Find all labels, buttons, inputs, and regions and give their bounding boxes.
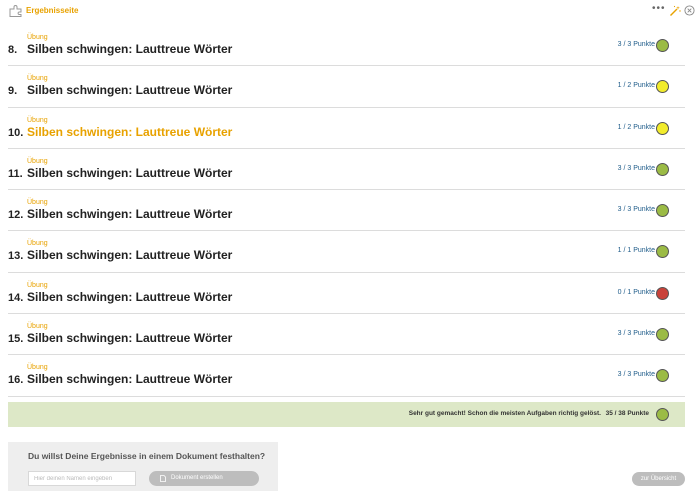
exercise-number: 14.	[8, 291, 24, 304]
exercise-number: 12.	[8, 209, 24, 222]
exercise-title[interactable]: Silben schwingen: Lauttreue Wörter	[27, 207, 232, 221]
close-icon[interactable]	[684, 5, 695, 16]
exercise-row[interactable]: Übung 10. Silben schwingen: Lauttreue Wört…	[8, 108, 685, 149]
exercise-row[interactable]: Übung 8. Silben schwingen: Lauttreue Wörte…	[8, 25, 685, 67]
exercise-type-label: Übung	[27, 240, 48, 248]
exercise-score: 3 / 3 Punkte	[617, 164, 655, 172]
exercise-row[interactable]: Übung 14. Silben schwingen: Lauttreue Wört…	[8, 273, 685, 315]
document-panel: Du willst Deine Ergebnisse in einem Doku…	[8, 442, 278, 491]
exercise-row[interactable]: Übung 9. Silben schwingen: Lauttreue Wörte…	[8, 66, 685, 108]
exercise-type-label: Übung	[27, 116, 48, 124]
exercise-type-label: Übung	[27, 75, 48, 83]
exercise-type-label: Übung	[27, 199, 48, 207]
exercise-title[interactable]: Silben schwingen: Lauttreue Wörter	[27, 83, 232, 97]
exercise-type-label: Übung	[27, 157, 48, 165]
exercise-title[interactable]: Silben schwingen: Lauttreue Wörter	[27, 42, 232, 56]
exercise-row[interactable]: Übung 11. Silben schwingen: Lauttreue Wört…	[8, 149, 685, 191]
exercise-title[interactable]: Silben schwingen: Lauttreue Wörter	[27, 248, 232, 262]
exercise-score: 3 / 3 Punkte	[617, 371, 655, 379]
status-dot	[656, 369, 669, 383]
exercise-title[interactable]: Silben schwingen: Lauttreue Wörter	[27, 372, 232, 386]
exercise-score: 3 / 3 Punkte	[617, 330, 655, 338]
exercise-score: 1 / 2 Punkte	[617, 82, 655, 90]
exercise-score: 1 / 1 Punkte	[617, 247, 655, 255]
more-icon[interactable]: •••	[652, 4, 666, 14]
exercise-number: 11.	[8, 167, 23, 180]
status-dot	[656, 245, 669, 259]
exercise-list: Übung 8. Silben schwingen: Lauttreue Wörte…	[8, 25, 685, 397]
exercise-number: 13.	[8, 250, 24, 263]
exercise-type-label: Übung	[27, 364, 48, 372]
summary-message: Sehr gut gemacht! Schon die meisten Aufg…	[408, 410, 601, 417]
document-question: Du willst Deine Ergebnisse in einem Doku…	[28, 451, 266, 461]
exercise-row[interactable]: Übung 15. Silben schwingen: Lauttreue Wört…	[8, 314, 685, 356]
status-dot	[656, 162, 669, 176]
status-dot	[656, 121, 669, 135]
exercise-score: 3 / 3 Punkte	[617, 206, 655, 214]
page-title: Ergebnisseite	[26, 6, 79, 15]
exercise-title[interactable]: Silben schwingen: Lauttreue Wörter	[27, 166, 232, 180]
summary-bar: Sehr gut gemacht! Schon die meisten Aufg…	[8, 402, 685, 427]
exercise-type-label: Übung	[27, 281, 48, 289]
exercise-number: 8.	[8, 44, 18, 56]
exercise-title[interactable]: Silben schwingen: Lauttreue Wörter	[27, 290, 232, 304]
exercise-number: 10.	[8, 126, 24, 139]
status-dot	[656, 286, 669, 300]
exercise-title[interactable]: Silben schwingen: Lauttreue Wörter	[27, 331, 232, 345]
summary-status-dot	[656, 408, 669, 421]
status-dot	[656, 328, 669, 342]
exercise-type-label: Übung	[27, 323, 48, 331]
exercise-score: 0 / 1 Punkte	[617, 288, 655, 296]
exercise-row[interactable]: Übung 16. Silben schwingen: Lauttreue Wört…	[8, 355, 685, 397]
create-document-button[interactable]: Dokument erstellen	[149, 471, 259, 486]
summary-total: 35 / 38 Punkte	[605, 410, 649, 417]
exercise-row[interactable]: Übung 13. Silben schwingen: Lauttreue Wört…	[8, 231, 685, 273]
exercise-number: 16.	[8, 374, 24, 387]
exercise-number: 15.	[8, 333, 24, 346]
puzzle-icon	[9, 5, 22, 17]
exercise-number: 9.	[8, 85, 18, 98]
magic-wand-icon[interactable]	[669, 5, 681, 17]
create-document-label: Dokument erstellen	[171, 475, 223, 481]
document-icon	[160, 475, 166, 482]
status-dot	[656, 204, 669, 218]
exercise-type-label: Übung	[27, 34, 48, 41]
name-input[interactable]	[28, 471, 136, 486]
top-bar: Ergebnisseite •••	[0, 0, 700, 24]
exercise-score: 1 / 2 Punkte	[617, 123, 655, 131]
exercise-score: 3 / 3 Punkte	[617, 41, 655, 48]
exercise-title[interactable]: Silben schwingen: Lauttreue Wörter	[27, 125, 232, 139]
exercise-row[interactable]: Übung 12. Silben schwingen: Lauttreue Wört…	[8, 190, 685, 232]
status-dot	[656, 39, 669, 52]
status-dot	[656, 80, 669, 94]
overview-button[interactable]: zur Übersicht	[632, 472, 685, 486]
